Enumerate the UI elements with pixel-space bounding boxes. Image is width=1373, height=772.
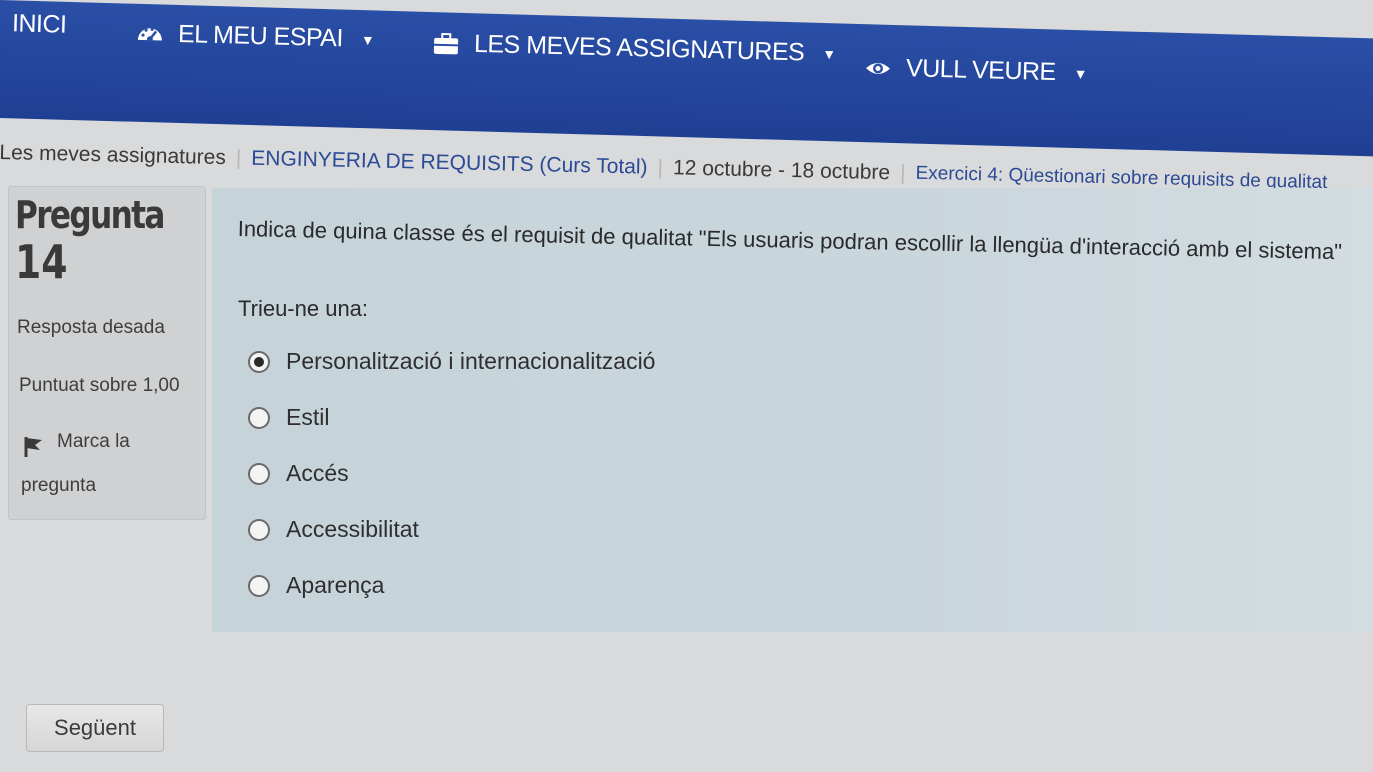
- radio-selected[interactable]: [248, 350, 270, 373]
- option-appearance[interactable]: Aparença: [248, 572, 384, 599]
- nav-items: INICI EL MEU ESPAI ▼ LES MEVES ASSIGNATU…: [0, 0, 1373, 118]
- nav-my-subjects-label: LES MEVES ASSIGNATURES: [473, 29, 805, 67]
- question-number: 14: [15, 235, 68, 289]
- option-label: Accés: [286, 460, 349, 486]
- option-label: Aparença: [286, 572, 385, 598]
- radio-unselected[interactable]: [248, 462, 270, 485]
- eye-icon: [866, 62, 891, 74]
- caret-down-icon: ▼: [822, 45, 836, 62]
- radio-unselected[interactable]: [248, 406, 270, 429]
- option-personalization[interactable]: Personalització i internacionalització: [248, 348, 655, 375]
- caret-down-icon: ▼: [1073, 65, 1088, 82]
- question-label: Pregunta: [15, 193, 165, 237]
- option-style[interactable]: Estil: [248, 404, 329, 431]
- caret-down-icon: ▼: [360, 31, 375, 48]
- score-text: Puntuat sobre 1,00: [19, 375, 180, 396]
- question-info-box: Pregunta 14 Resposta desada Puntuat sobr…: [8, 186, 206, 520]
- answer-status: Resposta desada: [17, 317, 165, 338]
- nav-my-space[interactable]: EL MEU ESPAI ▼: [136, 19, 375, 54]
- radio-unselected[interactable]: [248, 574, 270, 597]
- question-text: Indica de quina classe és el requisit de…: [237, 216, 1343, 265]
- option-label: Estil: [286, 404, 330, 430]
- breadcrumb-week[interactable]: 12 octubre - 18 octubre: [663, 156, 901, 185]
- flag-question-link[interactable]: Marca la: [57, 431, 130, 453]
- nav-home[interactable]: INICI: [12, 9, 67, 39]
- choose-prompt: Trieu-ne una:: [238, 296, 369, 321]
- nav-home-label: INICI: [11, 9, 67, 39]
- nav-want-to-see-label: VULL VEURE: [905, 54, 1057, 87]
- option-accessibility[interactable]: Accessibilitat: [248, 516, 419, 543]
- breadcrumb-course[interactable]: ENGINYERIA DE REQUISITS (Curs Total): [241, 146, 658, 179]
- option-label: Accessibilitat: [286, 516, 419, 542]
- flag-icon[interactable]: [23, 435, 45, 459]
- dashboard-icon: [137, 27, 162, 42]
- next-button[interactable]: Següent: [26, 704, 164, 752]
- option-access[interactable]: Accés: [248, 460, 349, 487]
- nav-my-space-label: EL MEU ESPAI: [177, 19, 344, 53]
- nav-my-subjects[interactable]: LES MEVES ASSIGNATURES ▼: [432, 29, 836, 69]
- radio-unselected[interactable]: [248, 518, 270, 541]
- breadcrumb-my-subjects[interactable]: Les meves assignatures: [0, 141, 236, 170]
- option-label: Personalització i internacionalització: [286, 348, 656, 374]
- nav-want-to-see[interactable]: VULL VEURE ▼: [864, 53, 1088, 88]
- question-panel: Indica de quina classe és el requisit de…: [212, 188, 1373, 632]
- briefcase-icon: [433, 32, 459, 54]
- flag-question-link-cont[interactable]: pregunta: [21, 475, 96, 497]
